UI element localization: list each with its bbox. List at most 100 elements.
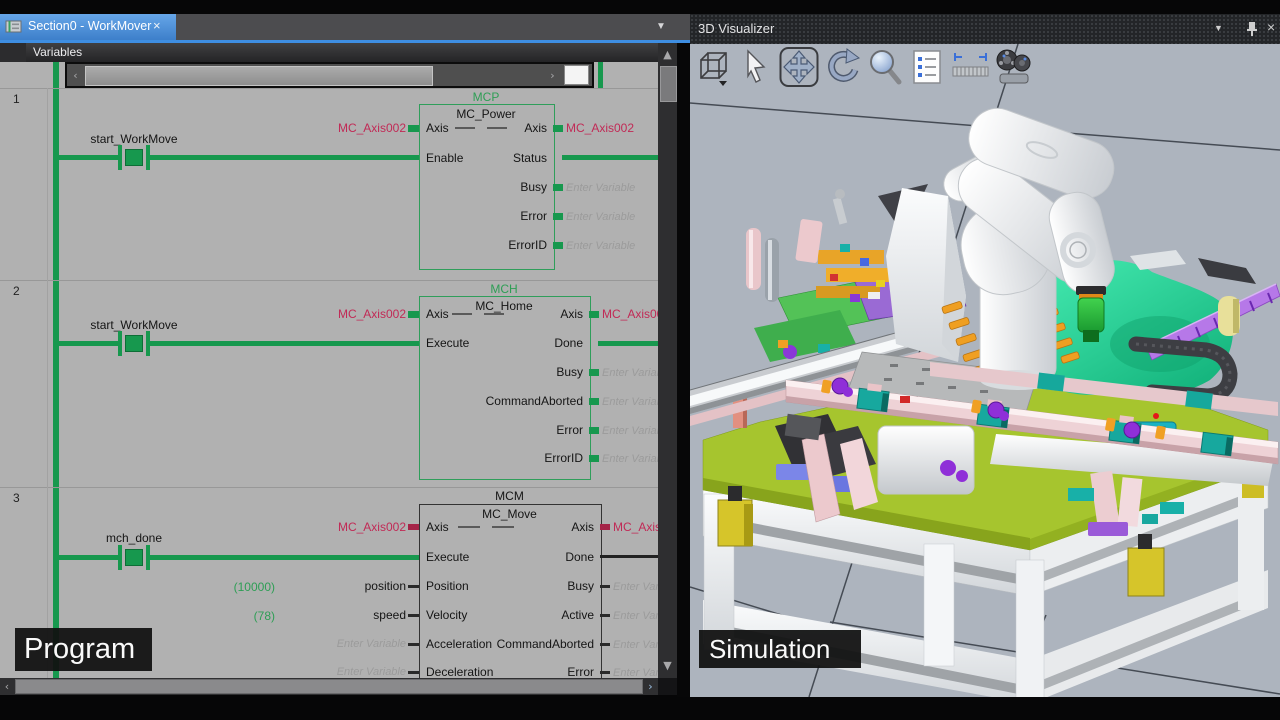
fb-output-variable[interactable]: MC_Axis002 xyxy=(566,121,634,135)
ladder-vertical-scrollbar[interactable]: ▲ ▼ xyxy=(658,43,677,678)
fb-input-variable[interactable]: MC_Axis002 xyxy=(250,307,406,321)
fb-output-placeholder[interactable]: Enter Variable xyxy=(613,580,658,594)
rung-number-divider xyxy=(47,88,48,678)
pin-stub xyxy=(408,524,419,530)
contact[interactable] xyxy=(118,331,122,356)
fb-pin[interactable]: Busy xyxy=(419,180,547,194)
wire xyxy=(150,155,419,160)
fb-input-variable[interactable]: MC_Axis002 xyxy=(250,520,406,534)
contact-energized-square[interactable] xyxy=(125,335,143,352)
fb-output-placeholder[interactable]: Enter Variable xyxy=(566,239,635,253)
scroll-right-arrow[interactable]: › xyxy=(545,69,560,82)
fb-input-variable[interactable]: MC_Axis002 xyxy=(250,121,406,135)
splitter-handle[interactable] xyxy=(564,65,589,85)
fb-output-placeholder[interactable]: Enter Variable xyxy=(613,666,658,678)
fb-pin[interactable]: Done xyxy=(419,336,583,350)
fb-mnemonic: MCH xyxy=(419,282,589,296)
fb-input-placeholder[interactable]: Enter Variable xyxy=(250,665,406,678)
select-tool-icon[interactable] xyxy=(736,46,776,88)
ladder-bottom-scrollbar[interactable]: ‹ › xyxy=(0,678,658,695)
fb-pin[interactable]: Active xyxy=(419,608,594,622)
scroll-right-arrow[interactable]: › xyxy=(643,680,658,693)
wire-status-out xyxy=(562,155,658,160)
visualizer-title-bar[interactable]: 3D Visualizer ▼ × xyxy=(690,14,1280,44)
visualizer-title: 3D Visualizer xyxy=(698,21,774,36)
scroll-left-arrow[interactable]: ‹ xyxy=(0,680,14,693)
wire xyxy=(59,155,118,160)
contact-label[interactable]: mch_done xyxy=(79,531,189,545)
fb-pin[interactable]: Error xyxy=(419,209,547,223)
fb-pin[interactable]: Error xyxy=(419,423,583,437)
fb-output-variable[interactable]: MC_Axis002 xyxy=(613,520,658,534)
orbit-tool-icon[interactable] xyxy=(822,46,862,88)
fb-input-placeholder[interactable]: Enter Variable xyxy=(250,637,406,651)
scrollbar-thumb[interactable] xyxy=(85,66,433,86)
fb-output-placeholder[interactable]: Enter Variable xyxy=(602,366,658,380)
pin-stub xyxy=(589,455,599,462)
viewport-3d[interactable]: Simulation xyxy=(690,44,1280,697)
tab-title[interactable]: Section0 - WorkMover xyxy=(28,19,151,33)
pin-stub xyxy=(408,311,419,318)
variables-bar[interactable]: Variables xyxy=(0,43,658,62)
contact-energized-square[interactable] xyxy=(125,149,143,166)
rung-separator xyxy=(0,88,658,89)
fb-mnemonic: MCM xyxy=(419,489,600,503)
contact-energized-square[interactable] xyxy=(125,549,143,566)
scrollbar-corner xyxy=(658,678,677,695)
rung-separator xyxy=(0,487,658,488)
fb-output-placeholder[interactable]: Enter Variable xyxy=(602,452,658,466)
fb-pin[interactable]: Axis xyxy=(419,520,594,534)
pin-stub xyxy=(600,585,610,588)
fb-pin[interactable]: ErrorID xyxy=(419,238,547,252)
panel-divider[interactable] xyxy=(677,14,690,697)
fb-pin[interactable]: Axis xyxy=(419,307,583,321)
rung-number: 2 xyxy=(13,284,20,298)
movie-record-icon[interactable] xyxy=(994,46,1034,88)
fb-output-placeholder[interactable]: Enter Variable xyxy=(613,609,658,623)
contact[interactable] xyxy=(118,545,122,570)
fb-output-placeholder[interactable]: Enter Variable xyxy=(602,395,658,409)
scroll-left-arrow[interactable]: ‹ xyxy=(68,69,83,82)
fb-input-variable[interactable]: position xyxy=(250,579,406,593)
pan-tool-icon[interactable] xyxy=(779,46,819,88)
scroll-up-arrow[interactable]: ▲ xyxy=(658,48,677,61)
fb-output-placeholder[interactable]: Enter Variable xyxy=(566,181,635,195)
tab-section0-workmover[interactable]: Section0 - WorkMover × xyxy=(0,14,176,40)
pin-icon[interactable] xyxy=(1246,21,1258,37)
rung-number: 3 xyxy=(13,491,20,505)
display-list-icon[interactable] xyxy=(908,46,948,88)
fb-name: MC_Power xyxy=(419,107,553,121)
fb-output-variable[interactable]: MC_Axis002 xyxy=(602,307,658,321)
section-icon xyxy=(5,19,23,35)
fb-pin[interactable]: Busy xyxy=(419,579,594,593)
window-menu-icon[interactable]: ▼ xyxy=(1214,23,1223,33)
ladder-top-scrollbar[interactable]: ‹ › xyxy=(65,62,594,88)
zoom-tool-icon[interactable] xyxy=(865,46,905,88)
fb-input-variable[interactable]: speed xyxy=(250,608,406,622)
fb-pin[interactable]: ErrorID xyxy=(419,451,583,465)
ladder-editor-canvas[interactable]: 1 start_WorkMove MC_Axis002 MCP MC_Power… xyxy=(0,0,658,678)
fb-output-placeholder[interactable]: Enter Variable xyxy=(613,638,658,652)
wire xyxy=(150,341,419,346)
close-icon[interactable]: × xyxy=(1267,19,1275,35)
tab-overflow-menu-icon[interactable]: ▼ xyxy=(656,21,666,32)
contact-label[interactable]: start_WorkMove xyxy=(79,132,189,146)
tab-close-icon[interactable]: × xyxy=(153,18,161,33)
fb-pin[interactable]: Error xyxy=(419,665,594,678)
fb-output-placeholder[interactable]: Enter Variable xyxy=(566,210,635,224)
fb-pin[interactable]: CommandAborted xyxy=(419,637,594,651)
contact[interactable] xyxy=(118,145,122,170)
fb-pin[interactable]: Status xyxy=(419,151,547,165)
fb-pin[interactable]: Axis xyxy=(419,121,547,135)
fb-pin[interactable]: Busy xyxy=(419,365,583,379)
view-cube-icon[interactable] xyxy=(693,46,733,88)
scrollbar-thumb[interactable] xyxy=(660,66,677,102)
scroll-down-arrow[interactable]: ▼ xyxy=(658,659,677,672)
scrollbar-thumb[interactable] xyxy=(15,679,643,694)
fb-pin[interactable]: Done xyxy=(419,550,594,564)
contact-label[interactable]: start_WorkMove xyxy=(79,318,189,332)
fb-pin[interactable]: CommandAborted xyxy=(419,394,583,408)
measure-tool-icon[interactable] xyxy=(951,46,991,88)
fb-output-placeholder[interactable]: Enter Variable xyxy=(602,424,658,438)
pin-stub xyxy=(589,369,599,376)
